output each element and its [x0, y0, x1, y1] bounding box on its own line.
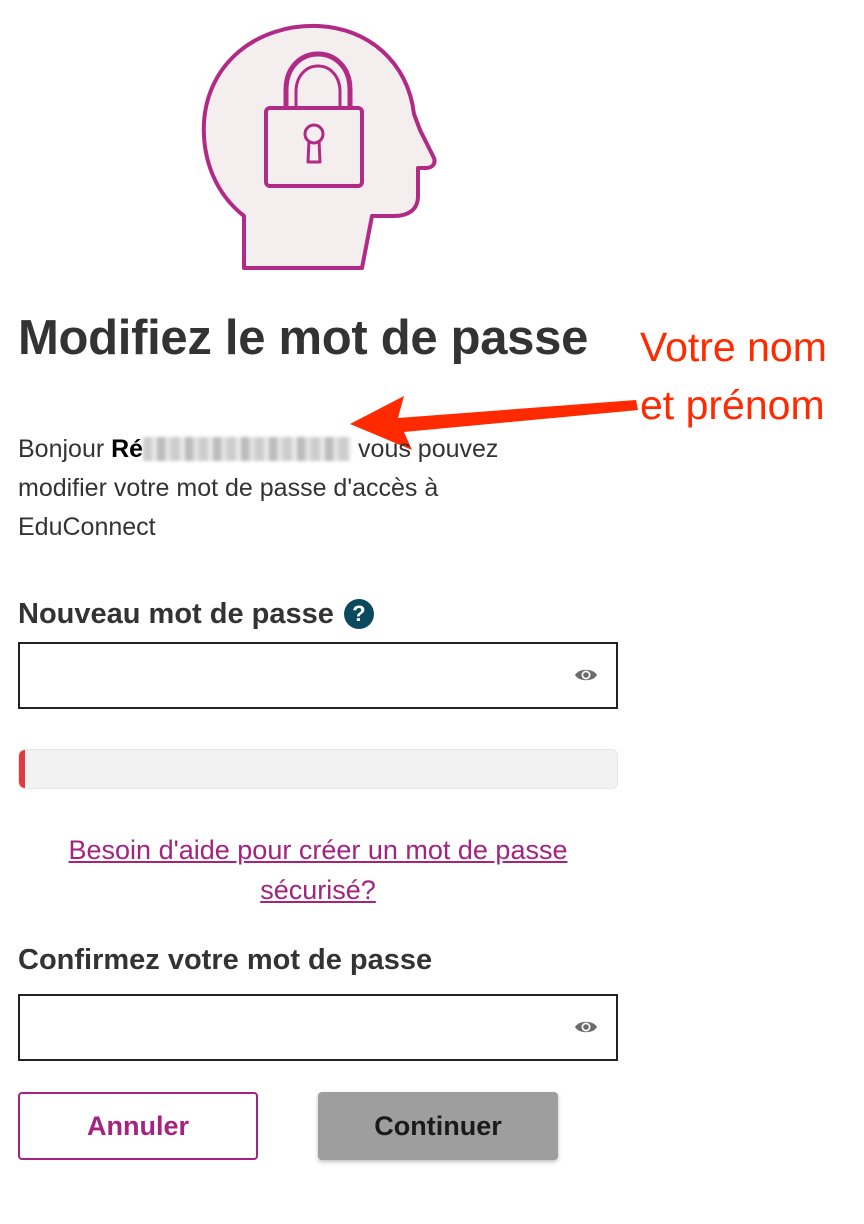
new-password-input[interactable] [32, 644, 576, 706]
password-strength-bar [18, 749, 618, 789]
eye-icon[interactable] [574, 1018, 598, 1036]
annotation-line-2: et prénom [640, 382, 825, 428]
password-strength-fill [19, 750, 25, 788]
password-help-link-line-1[interactable]: Besoin d'aide pour créer un mot de passe [18, 830, 618, 870]
password-help-link[interactable]: Besoin d'aide pour créer un mot de passe… [18, 830, 618, 910]
annotation-label: Votre nom et prénom [640, 318, 827, 434]
password-help-link-line-2[interactable]: sécurisé? [18, 870, 618, 910]
continue-button[interactable]: Continuer [318, 1092, 558, 1160]
confirm-password-label: Confirmez votre mot de passe [18, 944, 433, 976]
question-icon[interactable]: ? [343, 599, 374, 629]
head-padlock-icon [201, 23, 437, 270]
annotation-line-1: Votre nom [640, 324, 827, 370]
user-name-blurred [143, 437, 352, 461]
intro-text: Bonjour Ré vous pouvez modifier votre mo… [18, 430, 578, 547]
new-password-label-text: Nouveau mot de passe [18, 598, 334, 630]
eye-icon[interactable] [574, 666, 598, 684]
greeting: Bonjour [18, 435, 105, 463]
user-name-visible: Ré [111, 435, 144, 463]
head-padlock-illustration [196, 18, 446, 274]
confirm-password-field-wrapper [18, 994, 618, 1061]
new-password-label: Nouveau mot de passe? [18, 598, 374, 631]
cancel-button[interactable]: Annuler [18, 1092, 258, 1160]
page-title: Modifiez le mot de passe [18, 311, 589, 365]
confirm-password-input[interactable] [32, 996, 576, 1058]
new-password-field-wrapper [18, 642, 618, 709]
